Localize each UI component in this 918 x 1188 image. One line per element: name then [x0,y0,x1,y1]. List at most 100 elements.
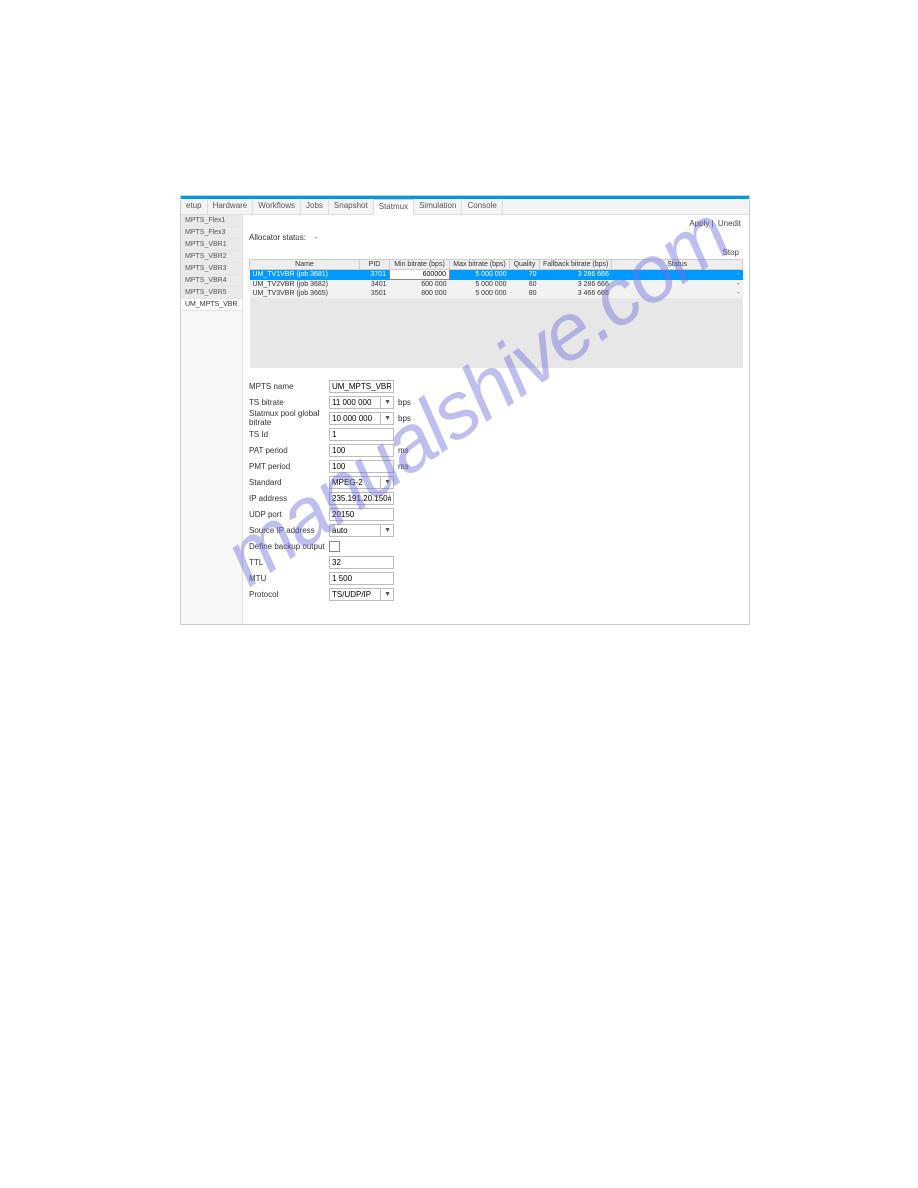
sidebar: MPTS_Flex1 MPTS_Flex3 MPTS_VBR1 MPTS_VBR… [181,215,243,624]
chevron-down-icon: ▼ [380,525,391,536]
cell-pid: 3401 [360,280,390,290]
col-name[interactable]: Name [250,260,360,270]
cell-min-bitrate: 800 000 [390,289,450,298]
tab-snapshot[interactable]: Snapshot [329,199,374,214]
col-min-bitrate[interactable]: Min bitrate (bps) [390,260,450,270]
cell-status: - [612,280,743,290]
cell-pid: 3501 [360,289,390,298]
define-backup-checkbox[interactable] [329,541,340,552]
mpts-name-label: MPTS name [249,382,329,391]
pat-period-unit: ms [398,446,409,455]
cell-name: UM_TV2VBR (job 3682) [250,280,360,290]
mpts-name-input[interactable] [329,380,394,393]
col-quality[interactable]: Quality [510,260,540,270]
standard-label: Standard [249,478,329,487]
allocator-value: - [315,233,318,242]
sidebar-item-mpts-flex1[interactable]: MPTS_Flex1 [181,215,242,227]
cell-fallback: 3 466 666 [540,289,612,298]
sidebar-item-mpts-vbr5[interactable]: MPTS_VBR5 [181,287,242,299]
tab-hardware[interactable]: Hardware [208,199,254,214]
source-ip-label: Source IP address [249,526,329,535]
content-area: MPTS_Flex1 MPTS_Flex3 MPTS_VBR1 MPTS_VBR… [181,215,749,624]
config-form: MPTS name TS bitrate 11 000 000▼ bps Sta… [249,378,743,602]
cell-quality: 60 [510,280,540,290]
sidebar-item-um-mpts-vbr[interactable]: UM_MPTS_VBR [181,299,242,311]
cell-max-bitrate: 5 000 000 [450,270,510,280]
ts-bitrate-unit: bps [398,398,411,407]
col-fallback[interactable]: Fallback bitrate (bps) [540,260,612,270]
cell-max-bitrate: 5 000 000 [450,280,510,290]
ip-address-input[interactable] [329,492,394,505]
source-ip-select[interactable]: auto▼ [329,524,394,537]
sidebar-item-mpts-vbr4[interactable]: MPTS_VBR4 [181,275,242,287]
cell-name: UM_TV3VBR (job 3665) [250,289,360,298]
grid-empty-space [250,298,743,368]
pat-period-label: PAT period [249,446,329,455]
mtu-label: MTU [249,574,329,583]
chevron-down-icon: ▼ [380,477,391,488]
ttl-label: TTL [249,558,329,567]
tab-statmux[interactable]: Statmux [374,199,414,215]
protocol-label: Protocol [249,590,329,599]
ip-address-label: IP address [249,494,329,503]
pmt-period-unit: ms [398,462,409,471]
col-max-bitrate[interactable]: Max bitrate (bps) [450,260,510,270]
tab-jobs[interactable]: Jobs [301,199,329,214]
pat-period-input[interactable] [329,444,394,457]
table-row[interactable]: UM_TV1VBR (job 3681) 3701 600000 5 000 0… [250,270,743,280]
ts-bitrate-label: TS bitrate [249,398,329,407]
chevron-down-icon: ▼ [380,413,391,424]
sidebar-item-mpts-flex3[interactable]: MPTS_Flex3 [181,227,242,239]
cell-quality: 80 [510,289,540,298]
sidebar-item-mpts-vbr3[interactable]: MPTS_VBR3 [181,263,242,275]
app-window: etup Hardware Workflows Jobs Snapshot St… [180,195,750,625]
allocator-status: Allocator status: - [249,233,743,242]
ttl-input[interactable] [329,556,394,569]
table-row[interactable]: UM_TV3VBR (job 3665) 3501 800 000 5 000 … [250,289,743,298]
tab-console[interactable]: Console [462,199,502,214]
standard-select[interactable]: MPEG-2▼ [329,476,394,489]
tab-simulation[interactable]: Simulation [414,199,462,214]
ts-bitrate-select[interactable]: 11 000 000▼ [329,396,394,409]
cell-fallback: 3 286 666 [540,280,612,290]
col-pid[interactable]: PID [360,260,390,270]
statmux-pool-unit: bps [398,414,411,423]
tab-workflows[interactable]: Workflows [253,199,301,214]
pmt-period-label: PMT period [249,462,329,471]
mtu-input[interactable] [329,572,394,585]
main-panel: Apply | Unedit Allocator status: - Stop … [243,215,749,624]
cell-pid: 3701 [360,270,390,280]
stop-link[interactable]: Stop [249,248,743,257]
cell-name: UM_TV1VBR (job 3681) [250,270,360,280]
chevron-down-icon: ▼ [380,589,391,600]
pmt-period-input[interactable] [329,460,394,473]
col-status[interactable]: Status [612,260,743,270]
chevron-down-icon: ▼ [380,397,391,408]
allocator-label: Allocator status: [249,233,306,242]
cell-status: - [612,289,743,298]
table-row[interactable]: UM_TV2VBR (job 3682) 3401 600 000 5 000 … [250,280,743,290]
table-header-row: Name PID Min bitrate (bps) Max bitrate (… [250,260,743,270]
udp-port-input[interactable] [329,508,394,521]
cell-min-bitrate-edit[interactable]: 600000 [390,270,450,280]
sidebar-item-mpts-vbr2[interactable]: MPTS_VBR2 [181,251,242,263]
top-actions: Apply | Unedit [687,219,741,228]
statmux-pool-select[interactable]: 10 000 000▼ [329,412,394,425]
tab-setup[interactable]: etup [181,199,208,214]
unedit-link[interactable]: Unedit [718,219,741,228]
statmux-pool-label: Statmux pool global bitrate [249,409,329,427]
udp-port-label: UDP port [249,510,329,519]
sidebar-item-mpts-vbr1[interactable]: MPTS_VBR1 [181,239,242,251]
cell-status: - [612,270,743,280]
ts-id-input[interactable] [329,428,394,441]
cell-min-bitrate: 600 000 [390,280,450,290]
main-tabs: etup Hardware Workflows Jobs Snapshot St… [181,199,749,215]
protocol-select[interactable]: TS/UDP/IP▼ [329,588,394,601]
define-backup-label: Define backup output [249,542,329,551]
cell-quality: 70 [510,270,540,280]
cell-max-bitrate: 5 000 000 [450,289,510,298]
ts-id-label: TS Id [249,430,329,439]
apply-link[interactable]: Apply [689,219,709,228]
cell-fallback: 3 286 666 [540,270,612,280]
stream-table: Name PID Min bitrate (bps) Max bitrate (… [249,259,743,368]
